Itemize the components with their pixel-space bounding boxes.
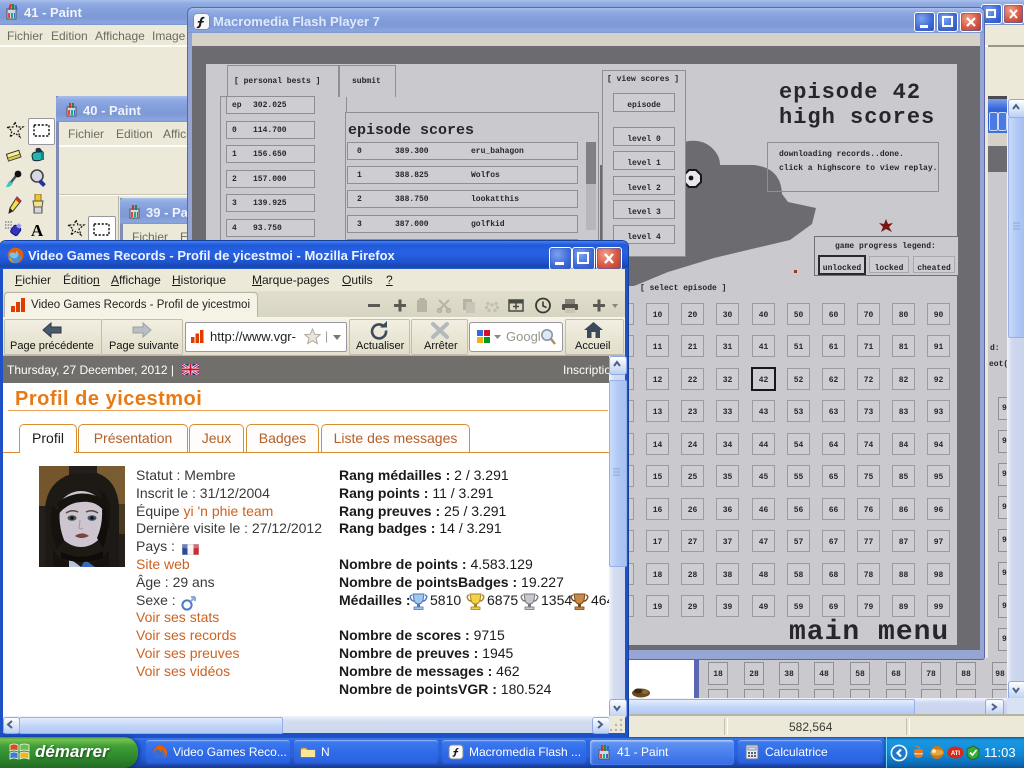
svg-text:ATI: ATI xyxy=(951,751,961,757)
